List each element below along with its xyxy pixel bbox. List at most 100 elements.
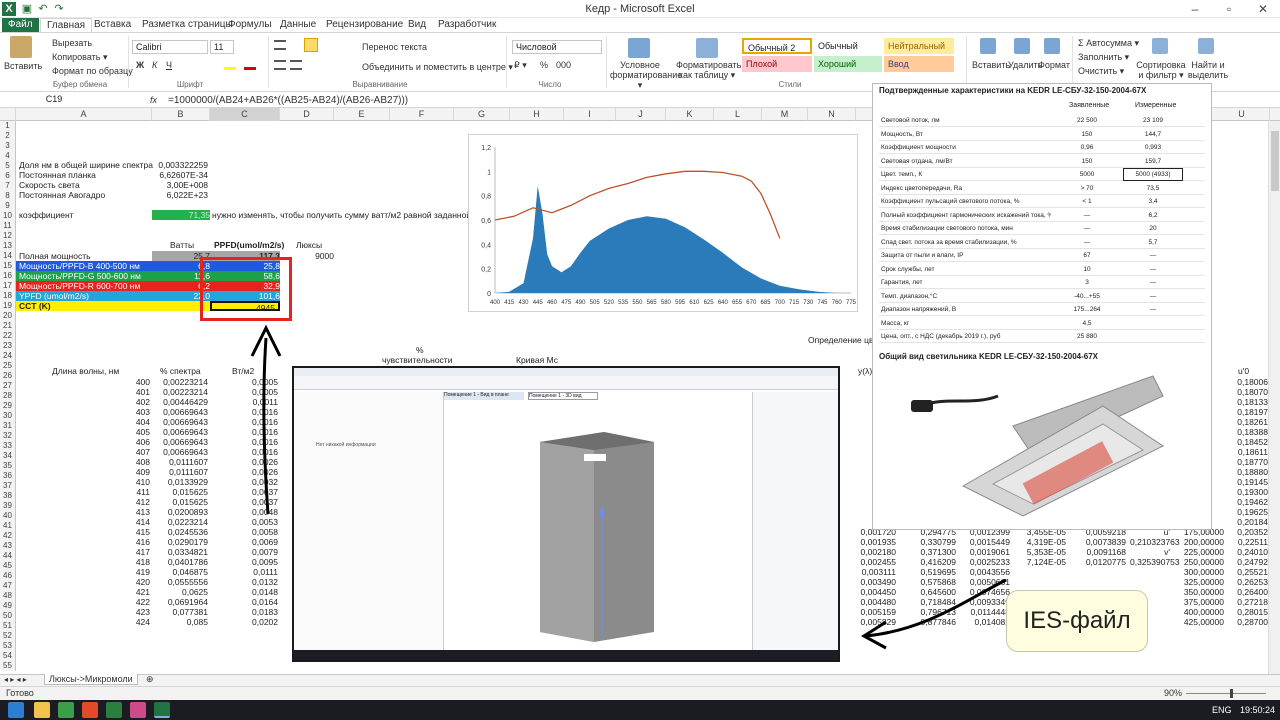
vertical-scrollbar[interactable] bbox=[1268, 121, 1280, 674]
row-header[interactable]: 2 bbox=[0, 131, 16, 141]
format-painter-button[interactable]: Формат по образцу bbox=[52, 66, 133, 76]
align-left-icon[interactable] bbox=[274, 60, 286, 70]
tab-formulas[interactable]: Формулы bbox=[222, 18, 278, 32]
align-top-icon[interactable] bbox=[274, 40, 286, 50]
tab-developer[interactable]: Разработчик bbox=[432, 18, 502, 32]
column-header[interactable]: N bbox=[808, 108, 856, 121]
row-header[interactable]: 24 bbox=[0, 351, 16, 361]
row-header[interactable]: 22 bbox=[0, 331, 16, 341]
row-header[interactable]: 47 bbox=[0, 581, 16, 591]
column-header[interactable]: E bbox=[334, 108, 390, 121]
app2-icon[interactable] bbox=[130, 702, 146, 718]
row-header[interactable]: 21 bbox=[0, 321, 16, 331]
row-header[interactable]: 7 bbox=[0, 181, 16, 191]
row-header[interactable]: 1 bbox=[0, 121, 16, 131]
row-header[interactable]: 29 bbox=[0, 401, 16, 411]
row-header[interactable]: 27 bbox=[0, 381, 16, 391]
row-header[interactable]: 39 bbox=[0, 501, 16, 511]
number-format-select[interactable]: Числовой bbox=[512, 40, 602, 54]
explorer-icon[interactable] bbox=[34, 702, 50, 718]
find-select-icon[interactable] bbox=[1198, 38, 1214, 54]
conditional-format-button[interactable]: Условное форматирование ▾ bbox=[610, 60, 682, 90]
autosum-button[interactable]: Σ Автосумма ▾ bbox=[1078, 38, 1139, 49]
style-normal[interactable]: Обычный bbox=[814, 38, 882, 54]
row-header[interactable]: 12 bbox=[0, 231, 16, 241]
row-header[interactable]: 53 bbox=[0, 641, 16, 651]
fx-icon[interactable]: fx bbox=[150, 95, 157, 105]
cut-button[interactable]: Вырезать bbox=[52, 38, 92, 48]
row-header[interactable]: 50 bbox=[0, 611, 16, 621]
sheet-nav-icon[interactable]: ◂ ▸ ◂ ▸ bbox=[4, 675, 27, 684]
column-header[interactable]: C bbox=[210, 108, 280, 121]
row-header[interactable]: 34 bbox=[0, 451, 16, 461]
column-header[interactable]: L bbox=[714, 108, 762, 121]
sheet-tab-active[interactable]: Люксы->Микромоли bbox=[44, 674, 138, 685]
insert-cells-icon[interactable] bbox=[980, 38, 996, 54]
row-header[interactable]: 32 bbox=[0, 431, 16, 441]
row-header[interactable]: 38 bbox=[0, 491, 16, 501]
row-header[interactable]: 43 bbox=[0, 541, 16, 551]
format-as-table-button[interactable]: Форматировать как таблицу ▾ bbox=[676, 60, 741, 80]
browser-icon[interactable] bbox=[82, 702, 98, 718]
align-center-icon[interactable] bbox=[290, 60, 302, 70]
minimize-icon[interactable]: – bbox=[1178, 0, 1212, 18]
style-bad[interactable]: Плохой bbox=[742, 56, 812, 72]
row-header[interactable]: 33 bbox=[0, 441, 16, 451]
row-header[interactable]: 42 bbox=[0, 531, 16, 541]
row-header[interactable]: 28 bbox=[0, 391, 16, 401]
sort-filter-button[interactable]: Сортировка и фильтр ▾ bbox=[1136, 60, 1186, 80]
row-header[interactable]: 31 bbox=[0, 421, 16, 431]
column-header[interactable]: F bbox=[390, 108, 454, 121]
tab-data[interactable]: Данные bbox=[274, 18, 322, 32]
excel-task-icon[interactable] bbox=[106, 702, 122, 718]
row-header[interactable]: 17 bbox=[0, 281, 16, 291]
style-good[interactable]: Хороший bbox=[814, 56, 882, 72]
row-header[interactable]: 20 bbox=[0, 311, 16, 321]
row-header[interactable]: 41 bbox=[0, 521, 16, 531]
column-header[interactable]: M bbox=[762, 108, 808, 121]
app-icon[interactable] bbox=[58, 702, 74, 718]
row-header[interactable]: 8 bbox=[0, 191, 16, 201]
embedded-tab-3d[interactable]: Помещение 1 - 3D вид bbox=[528, 392, 598, 400]
thousands-button[interactable]: 000 bbox=[556, 60, 571, 70]
row-header[interactable]: 13 bbox=[0, 241, 16, 251]
row-header[interactable]: 6 bbox=[0, 171, 16, 181]
format-cells-button[interactable]: Формат bbox=[1038, 60, 1070, 70]
row-header[interactable]: 26 bbox=[0, 371, 16, 381]
paste-button[interactable]: Вставить bbox=[4, 61, 42, 71]
conditional-format-icon[interactable] bbox=[628, 38, 650, 58]
font-name-select[interactable]: Calibri bbox=[132, 40, 208, 54]
row-header[interactable]: 3 bbox=[0, 141, 16, 151]
row-header[interactable]: 48 bbox=[0, 591, 16, 601]
chart-frame[interactable]: 0 0,2 0,4 0,6 0,8 1 1,2 400 415 430 445 460 475 490 50… bbox=[468, 134, 858, 312]
row-header[interactable]: 54 bbox=[0, 651, 16, 661]
column-header[interactable]: B bbox=[152, 108, 210, 121]
fill-button[interactable]: Заполнить ▾ bbox=[1078, 52, 1129, 63]
excel-active-icon[interactable] bbox=[154, 702, 170, 718]
row-header[interactable]: 44 bbox=[0, 551, 16, 561]
delete-cells-icon[interactable] bbox=[1014, 38, 1030, 54]
formula-input[interactable]: =1000000/(AB24+AB26*((AB25-AB24)/(AB26-A… bbox=[168, 95, 408, 106]
row-header[interactable]: 46 bbox=[0, 571, 16, 581]
tab-insert[interactable]: Вставка bbox=[88, 18, 137, 32]
fill-color-icon[interactable] bbox=[224, 60, 236, 70]
row-header[interactable]: 5 bbox=[0, 161, 16, 171]
row-header[interactable]: 14 bbox=[0, 251, 16, 261]
style-input[interactable]: Ввод bbox=[884, 56, 954, 72]
coefficient-cell[interactable]: 71,35 bbox=[152, 210, 210, 220]
format-as-table-icon[interactable] bbox=[696, 38, 718, 58]
row-header[interactable]: 11 bbox=[0, 221, 16, 231]
row-header[interactable]: 25 bbox=[0, 361, 16, 371]
tab-file[interactable]: Файл bbox=[2, 18, 39, 32]
copy-button[interactable]: Копировать ▾ bbox=[52, 52, 107, 63]
sort-filter-icon[interactable] bbox=[1152, 38, 1168, 54]
row-header[interactable]: 35 bbox=[0, 461, 16, 471]
row-header[interactable]: 37 bbox=[0, 481, 16, 491]
underline-button[interactable]: Ч bbox=[166, 60, 172, 70]
row-header[interactable]: 16 bbox=[0, 271, 16, 281]
row-header[interactable]: 30 bbox=[0, 411, 16, 421]
embedded-tab-plan[interactable]: Помещение 1 - Вид в плане bbox=[444, 392, 524, 400]
language-indicator[interactable]: ENG bbox=[1212, 705, 1232, 715]
column-header[interactable]: K bbox=[666, 108, 714, 121]
row-header[interactable]: 9 bbox=[0, 201, 16, 211]
